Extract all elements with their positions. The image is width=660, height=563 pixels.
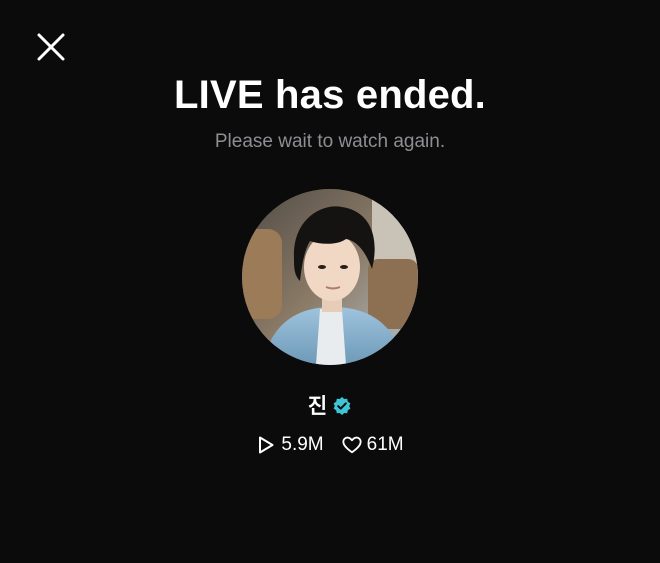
likes-count: 61M xyxy=(366,434,404,455)
close-icon xyxy=(37,33,65,61)
page-title: LIVE has ended. xyxy=(174,73,486,117)
likes-stat: 61M xyxy=(342,433,404,457)
plays-stat: 5.9M xyxy=(256,433,324,457)
channel-name: 진 xyxy=(307,394,328,418)
close-button[interactable] xyxy=(30,26,72,68)
heart-icon xyxy=(342,435,362,455)
channel-stats: 5.9M 61M xyxy=(0,433,660,457)
avatar[interactable] xyxy=(242,189,418,365)
avatar-photo xyxy=(242,189,418,365)
page-subtitle: Please wait to watch again. xyxy=(214,131,446,152)
live-ended-screen: LIVE has ended. Please wait to watch aga… xyxy=(0,0,660,563)
channel-name-row[interactable]: 진 xyxy=(0,392,660,420)
plays-count: 5.9M xyxy=(281,434,324,455)
verified-badge-icon xyxy=(331,396,352,417)
play-icon xyxy=(256,435,276,455)
